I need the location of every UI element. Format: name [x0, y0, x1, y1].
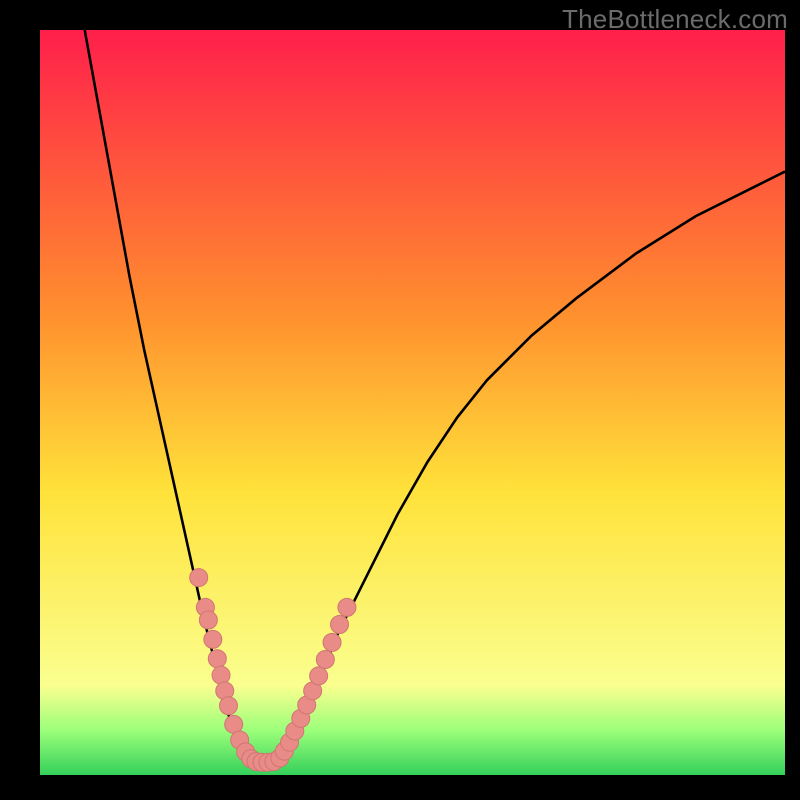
- bottleneck-chart: [40, 30, 785, 775]
- gradient-background: [40, 30, 785, 775]
- data-point: [338, 598, 356, 616]
- data-point: [316, 651, 334, 669]
- data-point: [204, 630, 222, 648]
- data-point: [310, 667, 328, 685]
- data-point: [323, 633, 341, 651]
- data-point: [212, 666, 230, 684]
- data-point: [208, 650, 226, 668]
- data-point: [330, 616, 348, 634]
- data-point: [199, 611, 217, 629]
- data-point: [219, 697, 237, 715]
- data-point: [190, 569, 208, 587]
- chart-frame: TheBottleneck.com: [0, 0, 800, 800]
